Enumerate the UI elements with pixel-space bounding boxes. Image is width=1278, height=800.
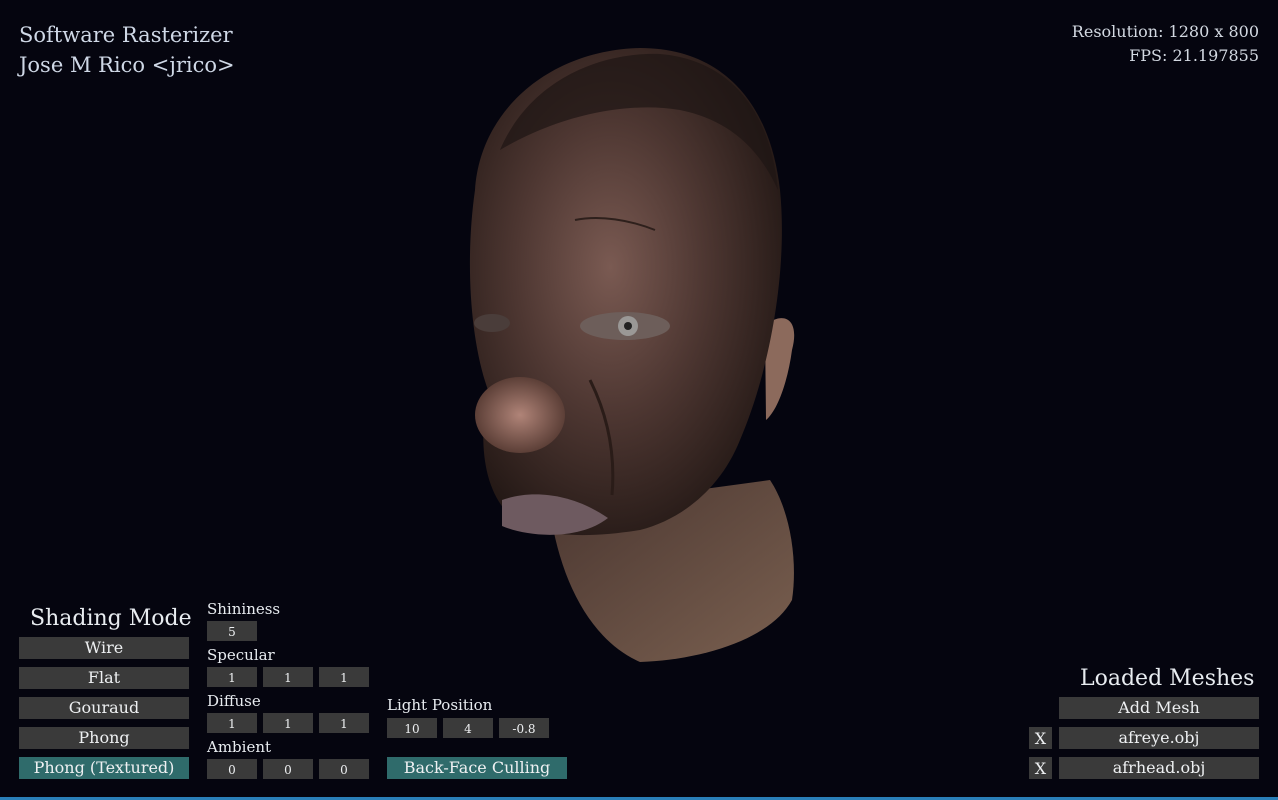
add-mesh-button[interactable]: Add Mesh	[1059, 697, 1259, 719]
specular-b-input[interactable]: 1	[319, 667, 369, 687]
shininess-label: Shininess	[207, 600, 281, 618]
loaded-meshes-title: Loaded Meshes	[1080, 666, 1255, 691]
fps-readout: FPS: 21.197855	[1129, 46, 1259, 65]
ambient-r-input[interactable]: 0	[207, 759, 257, 779]
remove-mesh-afreye-button[interactable]: X	[1029, 727, 1052, 749]
ambient-label: Ambient	[207, 738, 272, 756]
light-position-label: Light Position	[387, 696, 493, 714]
shading-mode-title: Shading Mode	[30, 606, 192, 631]
remove-mesh-afrhead-button[interactable]: X	[1029, 757, 1052, 779]
diffuse-g-input[interactable]: 1	[263, 713, 313, 733]
specular-g-input[interactable]: 1	[263, 667, 313, 687]
shading-phong-button[interactable]: Phong	[19, 727, 189, 749]
app-title: Software Rasterizer	[19, 23, 233, 47]
diffuse-r-input[interactable]: 1	[207, 713, 257, 733]
light-y-input[interactable]: 4	[443, 718, 493, 738]
resolution-readout: Resolution: 1280 x 800	[1071, 22, 1259, 41]
backface-culling-toggle[interactable]: Back-Face Culling	[387, 757, 567, 779]
specular-r-input[interactable]: 1	[207, 667, 257, 687]
mesh-item-afrhead[interactable]: afrhead.obj	[1059, 757, 1259, 779]
diffuse-label: Diffuse	[207, 692, 261, 710]
shading-wire-button[interactable]: Wire	[19, 637, 189, 659]
ambient-g-input[interactable]: 0	[263, 759, 313, 779]
stats-block: Resolution: 1280 x 800 FPS: 21.197855	[1072, 20, 1259, 68]
diffuse-b-input[interactable]: 1	[319, 713, 369, 733]
shading-gouraud-button[interactable]: Gouraud	[19, 697, 189, 719]
light-x-input[interactable]: 10	[387, 718, 437, 738]
shading-phong-textured-button[interactable]: Phong (Textured)	[19, 757, 189, 779]
title-block: Software Rasterizer Jose M Rico <jrico>	[19, 20, 235, 80]
rendered-head-mesh	[469, 48, 795, 662]
specular-label: Specular	[207, 646, 275, 664]
author-name: Jose M Rico <jrico>	[19, 53, 235, 77]
mesh-item-afreye[interactable]: afreye.obj	[1059, 727, 1259, 749]
shininess-input[interactable]: 5	[207, 621, 257, 641]
ambient-b-input[interactable]: 0	[319, 759, 369, 779]
light-z-input[interactable]: -0.8	[499, 718, 549, 738]
shading-flat-button[interactable]: Flat	[19, 667, 189, 689]
